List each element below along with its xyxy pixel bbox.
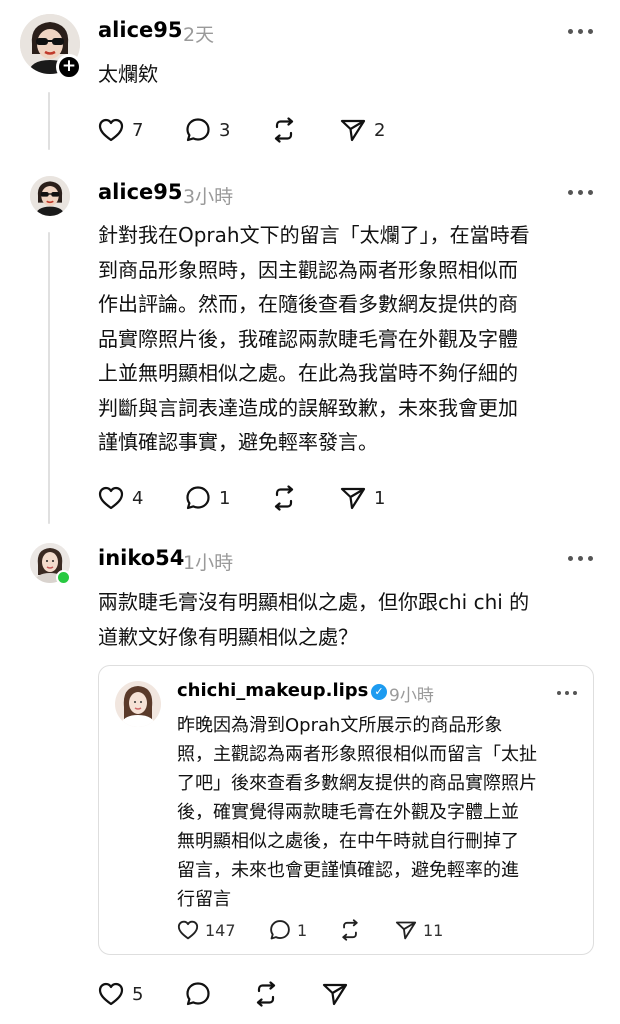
quoted-post-card[interactable]: chichi_makeup.lips ✓ 9小時 昨晚因為滑到Oprah文所展示… [98, 665, 594, 955]
post-text: 針對我在Oprah文下的留言「太爛了」，在當時看 到商品形象照時，因主觀認為兩者… [98, 223, 530, 454]
share-button[interactable]: 1 [340, 486, 385, 510]
quoted-like-button[interactable]: 147 [177, 920, 236, 940]
heart-icon [98, 118, 124, 142]
post-text: 太爛欸 [98, 62, 158, 86]
more-options-icon[interactable] [568, 28, 594, 36]
like-count: 5 [132, 983, 144, 1005]
reply-count: 1 [219, 487, 231, 509]
quoted-timestamp: 9小時 [389, 686, 434, 706]
repost-button[interactable] [271, 117, 297, 143]
repost-icon [274, 117, 294, 143]
quoted-repost-button[interactable] [339, 919, 361, 941]
username[interactable]: alice95 [98, 18, 182, 42]
send-icon [395, 921, 417, 940]
send-icon [340, 487, 366, 510]
share-count: 2 [374, 119, 386, 141]
repost-button[interactable] [253, 981, 279, 1007]
post-text: 兩款睫毛膏沒有明顯相似之處，但你跟chi chi 的 道歉文好像有明顯相似之處？ [98, 590, 530, 649]
timestamp: 3小時 [183, 186, 234, 208]
heart-icon [98, 486, 124, 510]
reply-count: 1 [297, 920, 308, 940]
share-button[interactable]: 2 [340, 118, 385, 142]
quoted-share-button[interactable]: 11 [395, 920, 443, 940]
reply-button[interactable]: 3 [185, 117, 230, 143]
reply-button[interactable]: 1 [185, 485, 230, 511]
like-count: 147 [205, 920, 236, 940]
like-button[interactable]: 7 [98, 118, 143, 142]
share-count: 11 [423, 920, 444, 940]
like-button[interactable]: 5 [98, 982, 143, 1006]
more-options-icon[interactable] [568, 189, 594, 197]
thread-line [48, 92, 50, 150]
repost-icon [256, 981, 276, 1007]
comment-icon [186, 118, 210, 142]
like-button[interactable]: 4 [98, 486, 143, 510]
heart-icon [98, 982, 124, 1006]
quoted-post-text: 昨晚因為滑到Oprah文所展示的商品形象 照，主觀認為兩者形象照很相似而留言「太… [177, 715, 537, 910]
username[interactable]: alice95 [98, 180, 182, 204]
send-icon [340, 119, 366, 142]
timestamp: 1小時 [183, 552, 234, 574]
reply-button[interactable] [185, 981, 211, 1007]
share-count: 1 [374, 487, 386, 509]
repost-button[interactable] [271, 485, 297, 511]
online-status-indicator [56, 570, 71, 585]
comment-icon [186, 982, 210, 1006]
more-options-icon[interactable] [557, 690, 583, 698]
comment-icon [270, 920, 290, 940]
more-options-icon[interactable] [568, 555, 594, 563]
avatar[interactable] [115, 681, 161, 727]
like-count: 7 [132, 119, 144, 141]
share-button[interactable] [322, 982, 348, 1006]
like-count: 4 [132, 487, 144, 509]
send-icon [322, 983, 348, 1006]
timestamp: 2天 [183, 24, 215, 46]
reply-count: 3 [219, 119, 231, 141]
thread-line [48, 232, 50, 524]
repost-icon [274, 485, 294, 511]
follow-button[interactable]: + [56, 54, 82, 80]
repost-icon [342, 919, 358, 941]
avatar[interactable] [30, 176, 70, 216]
verified-badge-icon: ✓ [371, 684, 387, 700]
quoted-username[interactable]: chichi_makeup.lips [177, 680, 368, 701]
heart-icon [177, 920, 199, 940]
quoted-reply-button[interactable]: 1 [269, 919, 307, 941]
username[interactable]: iniko54 [98, 546, 184, 570]
comment-icon [186, 486, 210, 510]
